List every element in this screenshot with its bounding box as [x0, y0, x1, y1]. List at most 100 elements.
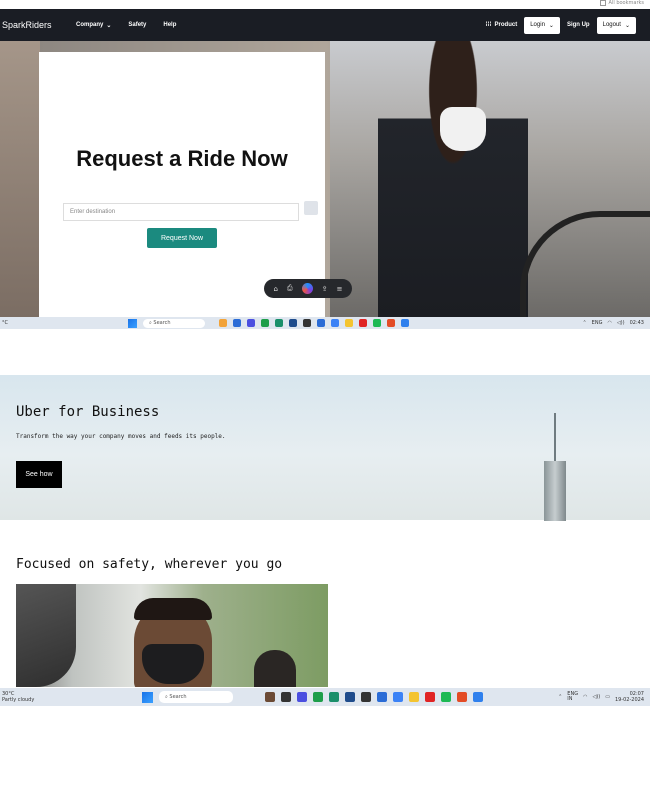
clock[interactable]: 02:07 19-02-2024	[615, 691, 644, 703]
floating-toolbar: ⌂ ⎙ ⇪ ≡	[264, 279, 352, 298]
vscode-icon[interactable]	[401, 319, 409, 327]
nav-company[interactable]: Company ⌄	[76, 22, 111, 29]
app-icon[interactable]	[345, 692, 355, 702]
print-icon[interactable]: ⎙	[287, 284, 293, 293]
business-section: Uber for Business Transform the way your…	[0, 375, 650, 521]
app-icon[interactable]	[247, 319, 255, 327]
brand-logo[interactable]: SparkRiders	[2, 20, 76, 30]
taskbar-apps	[219, 319, 409, 327]
page: All bookmarks SparkRiders Company ⌄ Safe…	[0, 0, 650, 800]
chevron-up-icon[interactable]: ⌃	[558, 694, 562, 700]
chevron-down-icon: ⌄	[624, 22, 630, 29]
battery-icon[interactable]: ▭	[605, 694, 610, 700]
app-icon[interactable]	[219, 319, 227, 327]
taskbar-search-label: Search	[169, 694, 187, 700]
all-bookmarks-toggle[interactable]: All bookmarks	[599, 0, 644, 6]
nav-actions: ⁞⁞⁞ Product Login ⌄ Sign Up Logout ⌄	[486, 16, 636, 34]
home-icon[interactable]: ⌂	[274, 285, 278, 293]
hero-title: Request a Ride Now	[76, 146, 288, 171]
date-label: 19-02-2024	[614, 697, 644, 703]
app-icon[interactable]	[281, 692, 291, 702]
region-label: IN	[567, 696, 573, 702]
passenger-image	[254, 650, 296, 687]
chevron-down-icon: ⌄	[106, 22, 112, 29]
globe-icon[interactable]	[301, 283, 313, 294]
building-body	[544, 461, 566, 521]
language-indicator[interactable]: ENG IN	[567, 692, 578, 702]
nav-safety[interactable]: Safety	[128, 22, 146, 28]
taskbar-search[interactable]: ⌕ Search	[159, 691, 233, 703]
hero-person-image	[378, 41, 528, 317]
windows-start-icon[interactable]	[142, 691, 153, 703]
share-icon[interactable]: ⇪	[322, 285, 328, 293]
app-icon[interactable]	[289, 319, 297, 327]
login-button[interactable]: Login ⌄	[524, 16, 560, 34]
app-icon[interactable]	[317, 319, 325, 327]
business-subtitle: Transform the way your company moves and…	[16, 433, 226, 440]
car-window	[16, 584, 76, 687]
taskbar-bottom: 30°C Partly cloudy ⌕ Search ⌃ ENG IN ◠ ◁…	[0, 688, 650, 706]
chrome-icon[interactable]	[387, 319, 395, 327]
chevron-up-icon[interactable]: ⌃	[582, 320, 586, 326]
vscode-icon[interactable]	[473, 692, 483, 702]
app-icon[interactable]	[297, 692, 307, 702]
logout-label: Logout	[602, 22, 621, 28]
see-how-button[interactable]: See how	[16, 461, 62, 488]
spotify-icon[interactable]	[373, 319, 381, 327]
taskbar-search[interactable]: ⌕ Search	[143, 318, 205, 328]
wifi-icon[interactable]: ◠	[583, 694, 587, 700]
app-icon[interactable]	[303, 319, 311, 327]
spotify-icon[interactable]	[441, 692, 451, 702]
app-icon[interactable]	[331, 319, 339, 327]
app-icon[interactable]	[275, 319, 283, 327]
nav-help[interactable]: Help	[163, 22, 176, 28]
logout-button[interactable]: Logout ⌄	[596, 16, 636, 34]
business-title: Uber for Business	[16, 404, 160, 420]
driver-hair	[134, 598, 212, 620]
building-spire	[554, 413, 556, 463]
taskbar-apps	[265, 692, 483, 702]
request-now-button[interactable]: Request Now	[147, 228, 217, 248]
signup-button[interactable]: Sign Up	[567, 22, 590, 28]
menu-icon[interactable]: ≡	[337, 285, 343, 293]
taskbar-search-label: Search	[153, 320, 171, 326]
volume-icon[interactable]: ◁))	[592, 694, 600, 700]
login-label: Login	[530, 22, 545, 28]
hero-background-left	[0, 41, 40, 317]
language-indicator[interactable]: ENG	[592, 320, 603, 326]
weather-widget[interactable]: 30°C Partly cloudy	[2, 691, 128, 703]
folder-icon[interactable]	[345, 319, 353, 327]
youtube-icon[interactable]	[425, 692, 435, 702]
building-image	[542, 413, 568, 521]
weather-condition: Partly cloudy	[2, 697, 35, 703]
bookmarks-strip: All bookmarks	[0, 0, 650, 9]
app-icon[interactable]	[265, 692, 275, 702]
nav-product[interactable]: ⁞⁞⁞ Product	[486, 22, 518, 28]
weather-widget[interactable]: °C	[2, 320, 128, 326]
safety-title: Focused on safety, wherever you go	[16, 557, 283, 572]
app-icon[interactable]	[377, 692, 387, 702]
app-icon[interactable]	[393, 692, 403, 702]
windows-start-icon[interactable]	[128, 318, 137, 328]
checkbox-icon	[599, 0, 606, 6]
destination-input[interactable]: Enter destination	[63, 203, 299, 221]
grid-icon: ⁞⁞⁞	[485, 22, 492, 28]
system-tray: ⌃ ENG IN ◠ ◁)) ▭ 02:07 19-02-2024	[558, 691, 644, 703]
chrome-icon[interactable]	[457, 692, 467, 702]
ride-request-card: Request a Ride Now Enter destination Req…	[39, 52, 325, 317]
destination-action-button[interactable]	[304, 201, 318, 215]
clock[interactable]: 02:43	[630, 320, 644, 326]
folder-icon[interactable]	[409, 692, 419, 702]
volume-icon[interactable]: ◁))	[617, 320, 625, 326]
nav-company-label: Company	[76, 22, 104, 28]
wifi-icon[interactable]: ◠	[607, 320, 611, 326]
app-icon[interactable]	[261, 319, 269, 327]
taskbar-top: °C ⌕ Search ⌃ ENG ◠ ◁)) 02:43	[0, 317, 650, 329]
app-icon[interactable]	[233, 319, 241, 327]
face-mask-image	[440, 107, 486, 151]
app-icon[interactable]	[361, 692, 371, 702]
app-icon[interactable]	[313, 692, 323, 702]
app-icon[interactable]	[329, 692, 339, 702]
chevron-down-icon: ⌄	[548, 22, 554, 29]
youtube-icon[interactable]	[359, 319, 367, 327]
